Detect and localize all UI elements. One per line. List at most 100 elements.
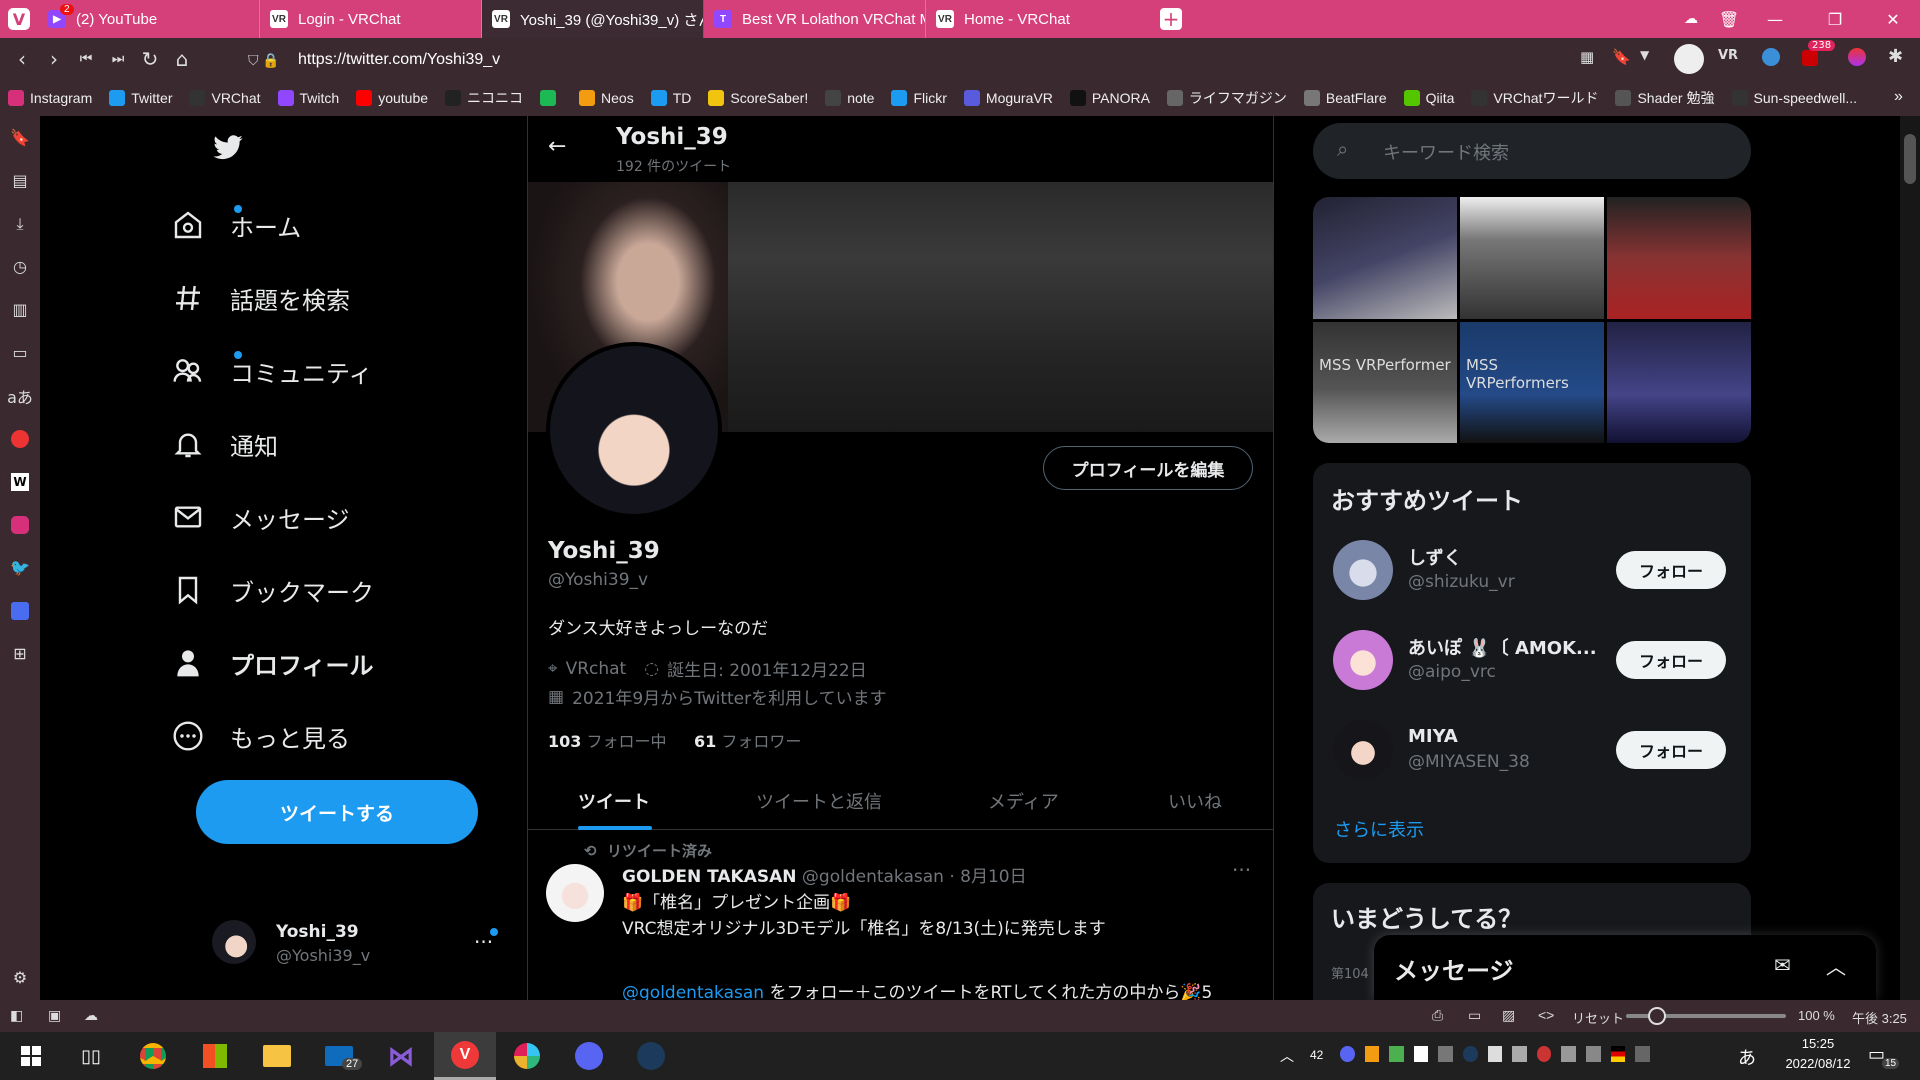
ublock-icon[interactable] [1802, 50, 1818, 66]
language-flag-icon[interactable] [1610, 1046, 1626, 1062]
notes-icon[interactable]: ▥ [0, 288, 40, 331]
tab-likes[interactable]: いいね [1168, 788, 1222, 814]
edit-profile-button[interactable]: プロフィールを編集 [1043, 446, 1253, 490]
app-tray-icon[interactable] [1389, 1046, 1404, 1062]
nav-communities[interactable]: コミュニティ [172, 343, 373, 399]
discord-app-icon[interactable] [558, 1032, 620, 1080]
user-avatar-shizuku[interactable] [1333, 540, 1393, 600]
bookmark-item[interactable]: Qiita [1403, 90, 1454, 106]
reload-icon[interactable]: ↻ [134, 47, 166, 71]
bookmarks-panel-icon[interactable]: 🔖 [0, 116, 40, 159]
vivaldi-taskbar-icon[interactable]: V [434, 1032, 496, 1080]
follow-button[interactable]: フォロー [1616, 641, 1726, 679]
windows-start-icon[interactable] [0, 1032, 62, 1080]
keyboard-icon[interactable] [1635, 1046, 1650, 1062]
u-tray-icon[interactable] [1413, 1046, 1429, 1062]
page-scrollbar[interactable] [1900, 116, 1920, 1000]
instagram-panel-icon[interactable] [0, 503, 40, 546]
close-window-button[interactable]: ✕ [1870, 0, 1916, 38]
show-more-link[interactable]: さらに表示 [1334, 816, 1424, 842]
tab-login-vrchat[interactable]: VR Login - VRChat [260, 0, 482, 38]
tweet-more-icon[interactable]: ··· [1232, 858, 1251, 882]
add-panel-icon[interactable]: ⊞ [0, 632, 40, 675]
capture-icon[interactable]: ⎙ [1432, 1007, 1443, 1024]
bookmark-item[interactable]: ライフマガジン [1166, 88, 1287, 108]
scroll-thumb[interactable] [1904, 134, 1916, 184]
downloads-icon[interactable]: ⤓ [0, 202, 40, 245]
twitter-logo-icon[interactable] [210, 132, 246, 168]
fast-forward-icon[interactable]: ⏭ [102, 51, 134, 67]
chevron-up-icon[interactable]: ︿ [1826, 951, 1846, 980]
vivaldi-menu-icon[interactable]: V [0, 0, 38, 38]
new-message-icon[interactable]: ✉ [1774, 953, 1791, 977]
forward-icon[interactable]: › [38, 47, 70, 71]
media-tile[interactable]: MSS VRPerformers [1460, 321, 1604, 443]
follow-button[interactable]: フォロー [1616, 731, 1726, 769]
discord-tray-icon[interactable] [1340, 1046, 1355, 1062]
chrome-icon[interactable] [122, 1032, 184, 1080]
store-icon[interactable] [184, 1032, 246, 1080]
bookmark-item[interactable]: Twitch [277, 90, 339, 106]
tab-youtube[interactable]: ▶ 2 (2) YouTube [38, 0, 260, 38]
bookmark-item[interactable]: note [825, 90, 874, 106]
reading-list-icon[interactable]: ▤ [0, 159, 40, 202]
images-icon[interactable]: ▨ [1502, 1007, 1515, 1024]
panel-toggle-icon[interactable]: ◧ [10, 1007, 23, 1024]
nav-messages[interactable]: メッセージ [172, 489, 350, 545]
vivaldi-panel-icon[interactable] [0, 417, 40, 460]
minimize-button[interactable]: — [1752, 0, 1798, 38]
rewind-icon[interactable]: ⏮ [70, 51, 102, 67]
bookmark-item[interactable]: Sun-speedwell... [1731, 90, 1857, 106]
history-icon[interactable]: ◷ [0, 245, 40, 288]
task-view-icon[interactable]: ▯▯ [60, 1032, 122, 1080]
trash-icon[interactable]: 🗑 [1706, 0, 1752, 38]
nav-notifications[interactable]: 通知 [172, 416, 278, 472]
window-panel-icon[interactable]: ▭ [0, 331, 40, 374]
tiling-icon[interactable]: ▭ [1468, 1007, 1481, 1024]
tray-chevron-icon[interactable]: ︿ [1280, 1046, 1294, 1066]
bookmark-item[interactable]: BeatFlare [1303, 90, 1387, 106]
qr-icon[interactable]: ▦ [1580, 48, 1594, 66]
media-tile[interactable] [1313, 197, 1457, 319]
user-avatar-miya[interactable] [1333, 720, 1393, 780]
puzzle-icon[interactable]: ✱ [1888, 46, 1903, 67]
zoom-slider-thumb[interactable] [1648, 1007, 1666, 1025]
battery-tray-icon[interactable] [1512, 1046, 1527, 1062]
bookmark-item[interactable]: VRChat [189, 90, 261, 106]
tweet-author-avatar[interactable] [546, 864, 604, 922]
tab-twitch-lolathon[interactable]: T Best VR Lolathon VRChat M [704, 0, 926, 38]
tab-yoshi-twitter[interactable]: VR Yoshi_39 (@Yoshi39_v) さん [482, 0, 704, 38]
tweet-item[interactable]: ⟲ リツイート済み GOLDEN TAKASAN @goldentakasan … [528, 830, 1273, 1003]
tweet-button[interactable]: ツイートする [196, 780, 478, 844]
translate-icon[interactable]: aあ [0, 374, 40, 417]
wikipedia-icon[interactable]: W [0, 460, 40, 503]
tab-media[interactable]: メディア [988, 788, 1059, 814]
network-icon[interactable] [1586, 1046, 1601, 1062]
bookmark-item[interactable]: ニコニコ [445, 88, 523, 108]
bookmark-item[interactable]: ScoreSaber! [708, 90, 808, 106]
tab-tiling-icon[interactable]: ▣ [48, 1007, 61, 1024]
media-tile[interactable]: MSS VRPerformer [1313, 321, 1457, 443]
bookmark-item[interactable]: Neos [579, 90, 634, 106]
messages-drawer[interactable]: メッセージ ✉ ︿ [1374, 935, 1876, 1000]
bookmark-item[interactable]: Flickr [891, 90, 947, 106]
profile-avatar[interactable] [1674, 44, 1704, 74]
extension-colorful-icon[interactable] [1848, 48, 1866, 66]
cloud-tray-icon[interactable] [1364, 1046, 1380, 1062]
search-panel-icon[interactable] [0, 589, 40, 632]
media-tile[interactable] [1607, 321, 1751, 443]
bookmark-item[interactable]: PANORA [1069, 90, 1150, 106]
new-tab-button[interactable]: + [1160, 8, 1182, 30]
volume-icon[interactable] [1561, 1046, 1577, 1062]
chevron-down-icon[interactable]: ▼ [1640, 48, 1649, 62]
tab-tweets[interactable]: ツイート [578, 788, 650, 814]
nav-bookmarks[interactable]: ブックマーク [172, 562, 374, 618]
settings-gear-icon[interactable]: ⚙ [0, 956, 40, 999]
red-tray-icon[interactable] [1536, 1046, 1552, 1062]
url-field[interactable]: ⛉ 🔒 https://twitter.com/Yoshi39_v [248, 48, 1568, 72]
nav-profile[interactable]: プロフィール [172, 635, 374, 691]
slack-tray-icon[interactable] [1487, 1046, 1503, 1062]
nav-explore[interactable]: 話題を検索 [172, 270, 350, 326]
user-avatar-aipo[interactable] [1333, 630, 1393, 690]
bookmark-item[interactable]: Instagram [8, 90, 92, 106]
